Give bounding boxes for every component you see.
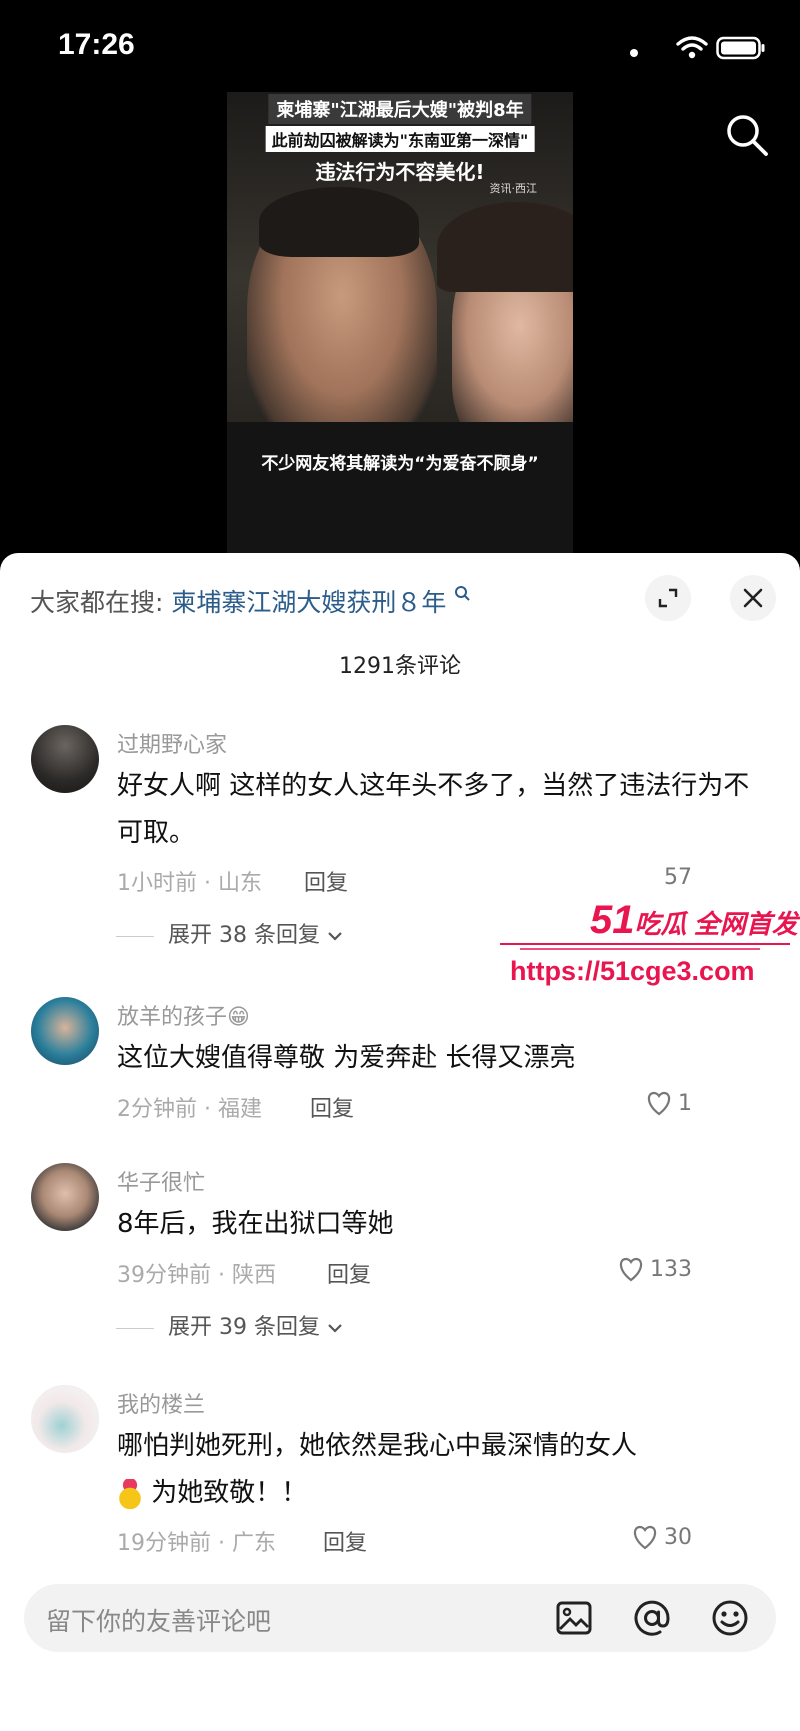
reply-button[interactable]: 回复	[304, 865, 348, 897]
at-icon[interactable]	[632, 1598, 672, 1638]
expand-replies[interactable]: 展开 39 条回复	[116, 1309, 343, 1341]
like-count-value: 30	[664, 1524, 692, 1550]
like-count-value: 1	[678, 1090, 692, 1116]
promo-url: https://51cge3.com	[510, 956, 755, 986]
signal-dot-icon	[630, 49, 638, 57]
reply-button[interactable]: 回复	[327, 1257, 371, 1289]
status-time: 17:26	[58, 28, 135, 61]
chevron-down-icon	[328, 1324, 342, 1333]
comment-author[interactable]: 华子很忙	[117, 1165, 205, 1197]
hot-search-keyword[interactable]: 柬埔寨江湖大嫂获刑８年	[171, 588, 446, 617]
avatar[interactable]	[31, 1163, 99, 1231]
like-count[interactable]: 57	[664, 865, 692, 890]
promo-streak	[500, 943, 790, 950]
hot-search[interactable]: 大家都在搜: 柬埔寨江湖大嫂获刑８年	[30, 583, 471, 619]
comment-author[interactable]: 我的楼兰	[117, 1387, 205, 1419]
heart-icon	[647, 1091, 671, 1116]
comment-input-placeholder: 留下你的友善评论吧	[46, 1607, 272, 1636]
video-person-woman-hair	[437, 202, 573, 292]
divider	[116, 1327, 154, 1329]
video-watermark: 资讯·西江	[489, 182, 538, 195]
medal-emoji-icon	[117, 1478, 143, 1509]
promo-brand-num: 51	[590, 898, 635, 942]
divider	[116, 935, 154, 937]
hot-search-label: 大家都在搜:	[30, 588, 164, 617]
promo-brand: 51吃瓜 全网首发	[590, 898, 798, 943]
comment-input[interactable]: 留下你的友善评论吧	[24, 1584, 776, 1652]
video-title-line3: 违法行为不容美化!	[315, 160, 485, 184]
close-icon	[743, 588, 763, 608]
promo-watermark: 51吃瓜 全网首发 https://51cge3.com	[500, 898, 800, 1048]
like-button[interactable]: 30	[630, 1523, 692, 1551]
promo-brand-text: 吃瓜 全网首发	[634, 909, 798, 939]
expand-replies-label: 展开 39 条回复	[168, 1315, 320, 1340]
avatar[interactable]	[31, 997, 99, 1065]
battery-icon	[716, 36, 765, 60]
close-button[interactable]	[730, 575, 776, 621]
avatar[interactable]	[31, 1385, 99, 1453]
comment-text-line2: 为她致敬！！	[117, 1470, 757, 1517]
comment-count: 1291条评论	[339, 654, 461, 679]
emoji-icon[interactable]	[710, 1598, 750, 1638]
comment-author[interactable]: 放羊的孩子😁	[117, 999, 250, 1031]
video-foreground	[227, 422, 573, 554]
like-button[interactable]: 1	[644, 1089, 692, 1117]
video-title-line2: 此前劫囚被解读为"东南亚第一深情"	[265, 126, 535, 152]
search-icon[interactable]	[724, 112, 770, 158]
comment-meta: 19分钟前 · 广东	[117, 1531, 276, 1556]
video-subtitle: 不少网友将其解读为“为爱奋不顾身”	[261, 454, 539, 474]
video-title-line1: 柬埔寨"江湖最后大嫂"被判8年	[268, 94, 532, 124]
avatar[interactable]	[31, 725, 99, 793]
like-count-value: 133	[650, 1256, 692, 1282]
reply-button[interactable]: 回复	[310, 1091, 354, 1123]
video-person-man-hair	[259, 187, 419, 257]
comments-sheet: 大家都在搜: 柬埔寨江湖大嫂获刑８年 1291条评论 过期野心家 好女人啊 这样…	[0, 553, 800, 1731]
comment-text-continued: 为她致敬！！	[151, 1478, 308, 1508]
like-button[interactable]: 133	[616, 1255, 692, 1283]
chevron-down-icon	[328, 932, 342, 941]
video-player[interactable]: 柬埔寨"江湖最后大嫂"被判8年 此前劫囚被解读为"东南亚第一深情" 违法行为不容…	[227, 92, 573, 554]
image-icon[interactable]	[554, 1598, 594, 1638]
expand-replies-label: 展开 38 条回复	[168, 923, 320, 948]
expand-replies[interactable]: 展开 38 条回复	[116, 917, 343, 949]
heart-icon	[619, 1257, 643, 1282]
expand-button[interactable]	[645, 575, 691, 621]
comment-text: 8年后，我在出狱口等她	[117, 1209, 394, 1239]
like-count-value: 57	[664, 865, 692, 890]
comment-text: 好女人啊 这样的女人这年头不多了，当然了违法行为不可取。	[117, 771, 750, 848]
comment-meta: 2分钟前 · 福建	[117, 1097, 262, 1122]
status-bar: 17:26	[0, 0, 800, 92]
search-small-icon	[455, 586, 471, 601]
heart-icon	[633, 1525, 657, 1550]
comment-text: 哪怕判她死刑，她依然是我心中最深情的女人	[117, 1431, 638, 1461]
wifi-icon	[676, 36, 708, 59]
reply-button[interactable]: 回复	[323, 1525, 367, 1557]
comment-meta: 39分钟前 · 陕西	[117, 1263, 276, 1288]
expand-icon	[658, 588, 678, 608]
comment-meta: 1小时前 · 山东	[117, 871, 262, 896]
comment-author[interactable]: 过期野心家	[117, 727, 227, 759]
